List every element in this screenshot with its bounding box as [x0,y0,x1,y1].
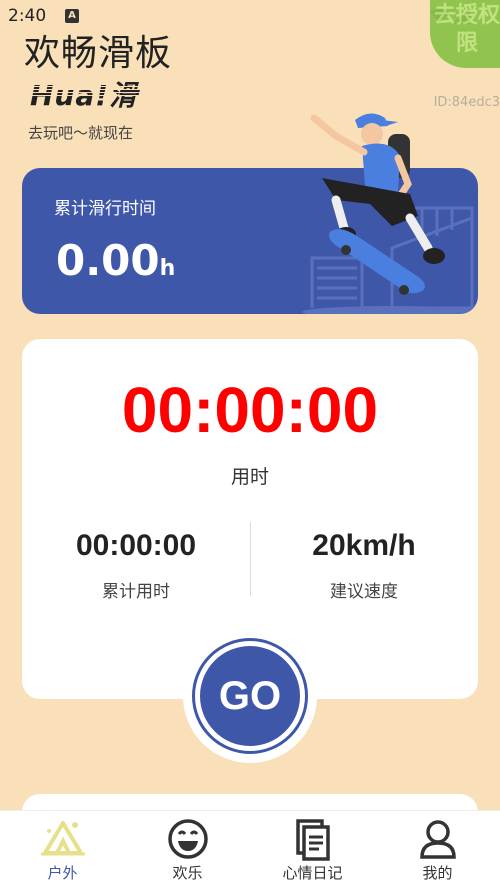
tab-fun[interactable]: 欢乐 [125,811,250,890]
stat-cumulative-time: 00:00:00 累计用时 [22,529,250,602]
bottom-tab-bar: 户外 欢乐 心情日记 我的 [0,810,500,890]
go-button-frame: GO [183,629,317,763]
app-title: 欢畅滑板 [24,33,173,74]
tagline: 去玩吧～就现在 [28,124,134,142]
tab-diary[interactable]: 心情日记 [250,811,375,890]
suggested-speed-value: 20km/h [312,529,416,562]
go-button-ring: GO [192,638,308,754]
total-time-value: 0.00h [56,236,175,285]
total-time-unit: h [159,256,176,281]
permission-badge[interactable]: 去授权限 [430,0,500,68]
total-time-label: 累计滑行时间 [54,199,156,219]
session-timer: 00:00:00 [121,374,379,446]
skater-illustration [310,113,445,295]
go-button[interactable]: GO [200,646,300,746]
status-time: 2:40 [8,6,47,26]
stat-suggested-speed: 20km/h 建议速度 [250,529,478,602]
tab-outdoor-label: 户外 [47,864,78,882]
tab-mine-label: 我的 [422,864,453,882]
cumulative-time-value: 00:00:00 [75,529,197,562]
notification-icon: A [65,9,79,23]
user-icon [419,820,456,859]
cumulative-time-label: 累计用时 [102,582,170,602]
camp-icon [40,821,85,856]
smile-icon [167,819,208,859]
tab-mine[interactable]: 我的 [375,811,500,890]
tab-diary-label: 心情日记 [282,864,343,882]
journal-icon [295,819,330,861]
suggested-speed-label: 建议速度 [330,582,398,602]
tab-outdoor[interactable]: 户外 [0,811,125,890]
app-logo: Hua!滑 [30,79,139,112]
tab-fun-label: 欢乐 [172,864,203,882]
total-time-number: 0.00 [56,236,160,285]
session-timer-label: 用时 [230,466,269,488]
